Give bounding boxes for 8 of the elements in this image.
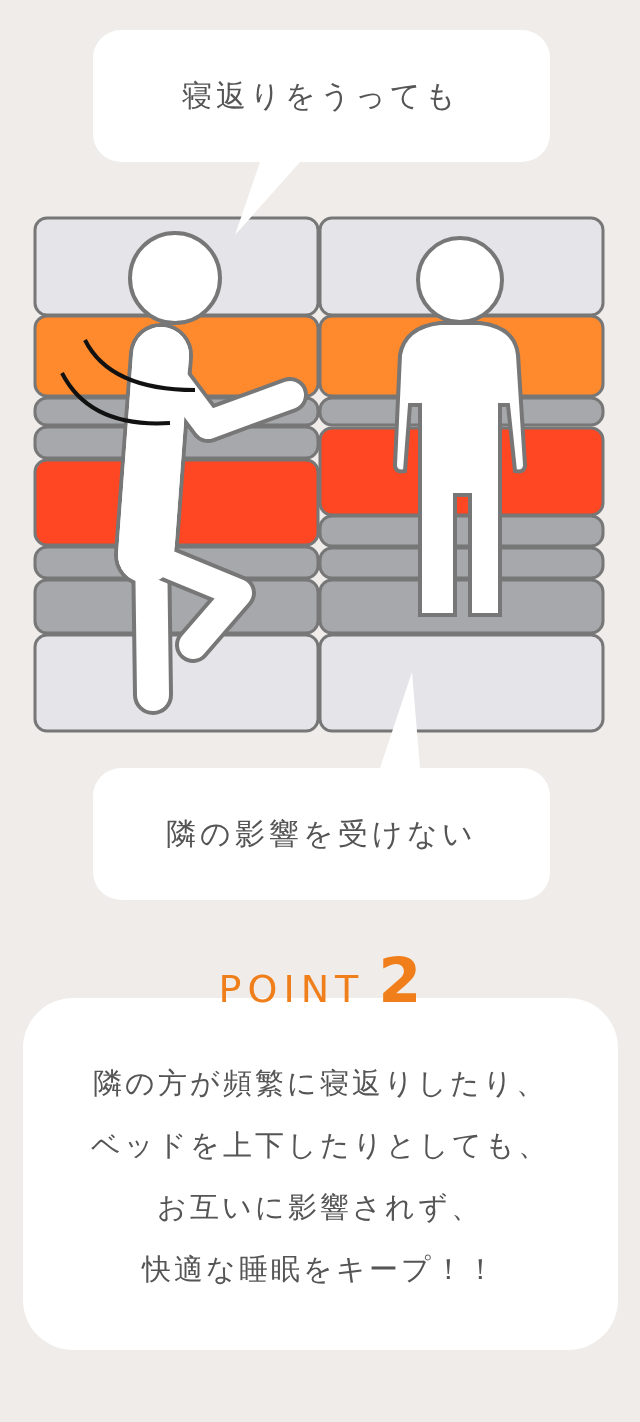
description-line: 隣の方が頻繁に寝返りしたり、 [92, 1065, 548, 1102]
point-label: POINT [218, 970, 365, 1012]
bubble-text: 寝返りをうっても [182, 76, 460, 115]
point-number: 2 [378, 950, 422, 1012]
description-line: 快適な睡眠をキープ！！ [142, 1251, 498, 1288]
description-line: お互いに影響されず、 [157, 1189, 483, 1226]
bubble-text: 隣の影響を受けない [165, 814, 477, 853]
description-line: ベッドを上下したりとしても、 [90, 1127, 550, 1164]
